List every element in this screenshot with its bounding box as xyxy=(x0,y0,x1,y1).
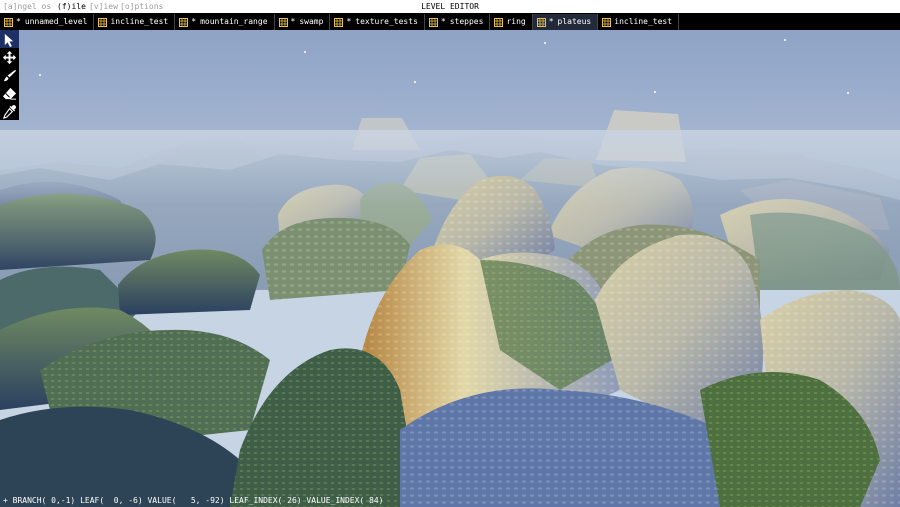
eraser-icon xyxy=(2,87,17,100)
tab-steppes[interactable]: * steppes xyxy=(425,14,491,30)
tab-incline-test[interactable]: incline_test xyxy=(94,14,176,30)
grid-file-icon xyxy=(98,17,108,27)
terrain-render xyxy=(0,30,900,507)
brush-icon xyxy=(3,69,17,81)
grid-file-icon xyxy=(278,17,288,27)
grid-file-icon xyxy=(428,17,438,27)
unsaved-marker: * xyxy=(440,17,446,26)
eyedropper-tool-button[interactable] xyxy=(0,102,19,120)
tab-label: incline_test xyxy=(614,17,673,26)
tab-label: ring xyxy=(506,17,526,26)
grid-file-icon xyxy=(602,17,612,27)
move-arrows-icon xyxy=(2,50,17,64)
tab-label: swamp xyxy=(299,17,324,26)
unsaved-marker: * xyxy=(16,17,21,26)
tab-label: unnamed_level xyxy=(24,17,88,26)
tab-incline-test[interactable]: incline_test xyxy=(598,14,680,30)
eyedropper-icon xyxy=(2,104,17,119)
menu-angel-os[interactable]: [a]ngel os xyxy=(3,0,51,13)
grid-file-icon xyxy=(4,17,13,27)
menu-options[interactable]: [o]ptions xyxy=(120,0,163,13)
unsaved-marker: * xyxy=(346,17,352,26)
tab-ring[interactable]: ring xyxy=(490,14,533,30)
status-readout: + BRANCH( 0,-1) LEAF( 0, -6) VALUE( 5, -… xyxy=(3,496,384,505)
tab-plateus[interactable]: * plateus xyxy=(532,14,599,30)
select-tool-button[interactable] xyxy=(0,30,19,48)
tab-label: texture_tests xyxy=(355,17,418,26)
level-tab-bar: * unnamed_level incline_test * mountain_rang… xyxy=(0,14,900,30)
tab-label: plateus xyxy=(557,17,592,26)
tab-swamp[interactable]: * swamp xyxy=(275,14,331,30)
tool-palette xyxy=(0,30,19,120)
tab-texture-tests[interactable]: * texture_tests xyxy=(330,14,425,30)
tab-label: steppes xyxy=(449,17,484,26)
unsaved-marker: * xyxy=(548,17,554,26)
menu-view[interactable]: [v]iew xyxy=(89,0,118,13)
move-tool-button[interactable] xyxy=(0,48,19,66)
brush-tool-button[interactable] xyxy=(0,66,19,84)
arrow-cursor-icon xyxy=(4,33,14,47)
unsaved-marker: * xyxy=(191,17,197,26)
menu-file[interactable]: (f)ile xyxy=(57,0,86,13)
tab-label: mountain_range xyxy=(200,17,268,26)
terrain-viewport[interactable] xyxy=(0,30,900,507)
grid-file-icon xyxy=(179,17,189,27)
grid-file-icon xyxy=(334,17,344,27)
eraser-tool-button[interactable] xyxy=(0,84,19,102)
tab-unnamed-level[interactable]: * unnamed_level xyxy=(0,14,95,30)
tab-label: incline_test xyxy=(110,17,169,26)
grid-file-icon xyxy=(494,17,504,27)
grid-file-icon xyxy=(536,17,546,27)
tab-mountain-range[interactable]: * mountain_range xyxy=(175,14,275,30)
menu-bar: [a]ngel os (f)ile [v]iew [o]ptions LEVEL… xyxy=(0,0,900,14)
unsaved-marker: * xyxy=(290,17,296,26)
